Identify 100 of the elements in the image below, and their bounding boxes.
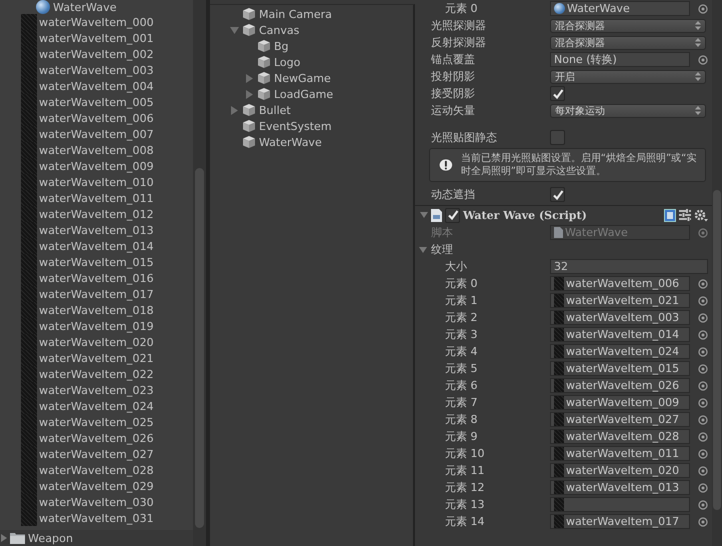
asset-name[interactable]: waterWaveItem_010 (39, 176, 154, 189)
number-field[interactable]: 32 (550, 259, 708, 274)
texture-field[interactable]: waterWaveItem_027 (550, 412, 690, 427)
texture-thumbnail-icon (21, 318, 37, 334)
asset-name[interactable]: waterWaveItem_012 (39, 208, 154, 221)
expand-arrow-icon[interactable] (230, 26, 239, 34)
game-object-name[interactable]: Logo (274, 56, 300, 68)
dropdown[interactable]: 开启 (550, 70, 706, 84)
expand-arrow-icon[interactable] (420, 211, 428, 219)
asset-name[interactable]: waterWaveItem_027 (39, 448, 154, 461)
asset-name[interactable]: waterWaveItem_026 (39, 432, 154, 445)
game-object-name[interactable]: Bg (274, 40, 289, 52)
component-header[interactable]: Water Wave (Script) (415, 205, 712, 224)
scrollbar-thumb[interactable] (713, 190, 721, 510)
checkbox[interactable] (550, 187, 565, 202)
cube-icon (242, 135, 256, 149)
asset-name[interactable]: waterWaveItem_017 (39, 288, 154, 301)
asset-name[interactable]: WaterWave (53, 0, 117, 14)
cube-icon (242, 7, 256, 21)
expand-arrow-icon[interactable] (0, 534, 7, 542)
asset-name[interactable]: waterWaveItem_014 (39, 240, 154, 253)
asset-name[interactable]: waterWaveItem_022 (39, 368, 154, 381)
game-object-name[interactable]: EventSystem (259, 120, 332, 132)
expand-arrow-icon[interactable] (245, 74, 254, 82)
asset-name[interactable]: waterWaveItem_002 (39, 48, 154, 61)
cube-icon (257, 55, 271, 69)
asset-name[interactable]: waterWaveItem_007 (39, 128, 154, 141)
help-book-icon[interactable] (664, 208, 676, 222)
asset-name[interactable]: waterWaveItem_024 (39, 400, 154, 413)
game-object-name[interactable]: Bullet (259, 104, 291, 116)
checkbox[interactable] (445, 208, 460, 222)
asset-name[interactable]: waterWaveItem_016 (39, 272, 154, 285)
dropdown[interactable]: 每对象运动 (550, 104, 706, 118)
property-label: 元素 6 (445, 378, 478, 393)
asset-name[interactable]: waterWaveItem_005 (39, 96, 154, 109)
folder-name[interactable]: Weapon (28, 532, 74, 545)
object-picker-icon[interactable] (698, 4, 708, 14)
property-label[interactable]: 纹理 (431, 242, 550, 257)
dropdown[interactable]: 混合探测器 (550, 36, 706, 50)
asset-name[interactable]: waterWaveItem_020 (39, 336, 154, 349)
texture-field[interactable]: waterWaveItem_009 (550, 395, 690, 410)
object-field[interactable]: WaterWave (550, 1, 690, 16)
texture-thumbnail-icon (21, 46, 37, 62)
texture-thumbnail-icon (554, 447, 564, 460)
checkbox[interactable] (550, 130, 565, 145)
property-label: 反射探测器 (431, 35, 487, 50)
asset-name[interactable]: waterWaveItem_003 (39, 64, 154, 77)
asset-name[interactable]: waterWaveItem_019 (39, 320, 154, 333)
texture-field[interactable]: waterWaveItem_013 (550, 480, 690, 495)
object-field[interactable]: None (转换) (550, 52, 690, 67)
texture-field[interactable]: waterWaveItem_021 (550, 293, 690, 308)
dropdown[interactable]: 混合探测器 (550, 18, 706, 32)
texture-thumbnail-icon (554, 430, 564, 443)
texture-field[interactable]: waterWaveItem_017 (550, 514, 690, 529)
property-label: 元素 8 (445, 412, 478, 427)
texture-field[interactable]: waterWaveItem_026 (550, 378, 690, 393)
texture-field[interactable]: waterWaveItem_014 (550, 327, 690, 342)
property-label: 元素 13 (445, 497, 486, 512)
asset-name[interactable]: waterWaveItem_004 (39, 80, 154, 93)
expand-arrow-icon[interactable] (245, 90, 254, 98)
texture-field[interactable] (550, 497, 690, 512)
asset-name[interactable]: waterWaveItem_001 (39, 32, 154, 45)
checkbox[interactable] (550, 86, 565, 101)
texture-field[interactable]: waterWaveItem_015 (550, 361, 690, 376)
sliders-icon[interactable] (679, 209, 691, 221)
game-object-name[interactable]: Canvas (259, 24, 300, 36)
texture-thumbnail-icon (554, 362, 564, 375)
asset-name[interactable]: waterWaveItem_000 (39, 16, 154, 29)
texture-field[interactable]: waterWaveItem_020 (550, 463, 690, 478)
game-object-name[interactable]: NewGame (274, 72, 331, 84)
game-object-name[interactable]: WaterWave (259, 136, 322, 148)
texture-field[interactable]: waterWaveItem_006 (550, 276, 690, 291)
texture-field[interactable]: waterWaveItem_024 (550, 344, 690, 359)
asset-name[interactable]: waterWaveItem_025 (39, 416, 154, 429)
expand-arrow-icon[interactable] (419, 246, 427, 254)
object-picker-icon (698, 228, 708, 238)
game-object-name[interactable]: LoadGame (274, 88, 334, 100)
texture-thumbnail-icon (21, 414, 37, 430)
asset-name[interactable]: waterWaveItem_029 (39, 480, 154, 493)
game-object-name[interactable]: Main Camera (259, 8, 332, 20)
object-picker-icon[interactable] (698, 54, 708, 64)
settings-icon[interactable] (694, 208, 708, 222)
folder-icon (10, 532, 25, 544)
asset-name[interactable]: waterWaveItem_011 (39, 192, 154, 205)
asset-name[interactable]: waterWaveItem_021 (39, 352, 154, 365)
texture-thumbnail-icon (21, 30, 37, 46)
asset-name[interactable]: waterWaveItem_008 (39, 144, 154, 157)
asset-name[interactable]: waterWaveItem_030 (39, 496, 154, 509)
expand-arrow-icon[interactable] (230, 106, 239, 114)
asset-name[interactable]: waterWaveItem_031 (39, 512, 154, 525)
asset-name[interactable]: waterWaveItem_023 (39, 384, 154, 397)
asset-name[interactable]: waterWaveItem_009 (39, 160, 154, 173)
asset-name[interactable]: waterWaveItem_006 (39, 112, 154, 125)
texture-field[interactable]: waterWaveItem_011 (550, 446, 690, 461)
asset-name[interactable]: waterWaveItem_013 (39, 224, 154, 237)
texture-field[interactable]: waterWaveItem_028 (550, 429, 690, 444)
asset-name[interactable]: waterWaveItem_015 (39, 256, 154, 269)
asset-name[interactable]: waterWaveItem_028 (39, 464, 154, 477)
texture-field[interactable]: waterWaveItem_003 (550, 310, 690, 325)
asset-name[interactable]: waterWaveItem_018 (39, 304, 154, 317)
